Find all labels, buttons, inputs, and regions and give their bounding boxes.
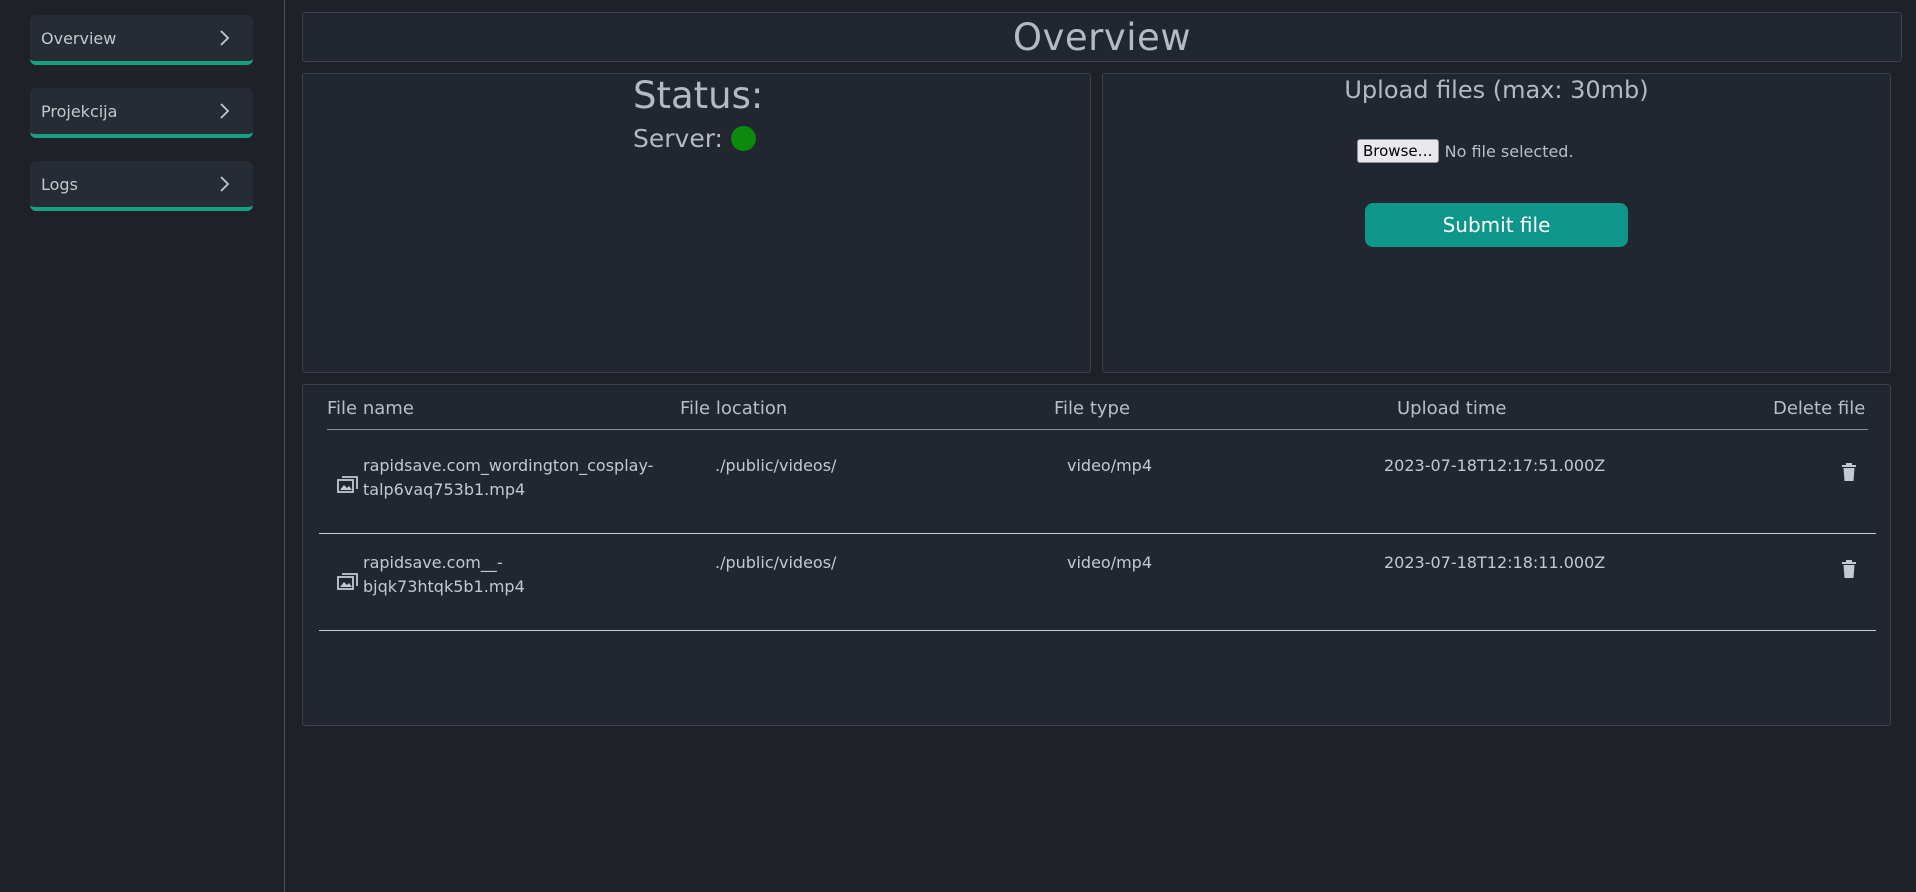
file-type: video/mp4: [1067, 456, 1153, 475]
sidebar-item-label: Overview: [41, 28, 117, 48]
sidebar-item-logs[interactable]: Logs: [30, 161, 253, 211]
file-input: Browse… No file selected.: [1357, 139, 1574, 163]
page-header: Overview: [302, 12, 1902, 62]
browse-button[interactable]: Browse…: [1357, 139, 1439, 163]
chevron-right-icon: [215, 28, 235, 48]
sidebar-item-overview[interactable]: Overview: [30, 15, 253, 65]
file-type: video/mp4: [1067, 553, 1153, 572]
upload-panel: Upload files (max: 30mb) Browse… No file…: [1102, 73, 1891, 373]
upload-time: 2023-07-18T12:18:11.000Z: [1384, 553, 1606, 572]
image-file-icon: [337, 475, 359, 495]
file-location: ./public/videos/: [715, 553, 837, 572]
upload-heading: Upload files (max: 30mb): [1344, 76, 1649, 104]
image-file-icon: [337, 572, 359, 592]
header-divider: [327, 429, 1868, 430]
server-status: Server:: [633, 124, 756, 153]
page-title: Overview: [1012, 15, 1192, 59]
status-heading: Status:: [633, 74, 764, 117]
file-status-text: No file selected.: [1444, 141, 1574, 161]
submit-file-button[interactable]: Submit file: [1365, 203, 1628, 247]
column-header-delete-file: Delete file: [1773, 398, 1866, 419]
file-name-line2: bjqk73htqk5b1.mp4: [363, 577, 525, 596]
column-header-upload-time: Upload time: [1397, 398, 1507, 419]
server-status-indicator: [730, 126, 756, 151]
sidebar-item-label: Projekcija: [41, 101, 118, 121]
file-name-line1: rapidsave.com__-: [363, 553, 503, 572]
table-row: rapidsave.com_wordington_cosplay- talp6v…: [319, 437, 1876, 534]
file-name-line2: talp6vaq753b1.mp4: [363, 480, 526, 499]
sidebar-item-projekcija[interactable]: Projekcija: [30, 88, 253, 138]
files-table: File name File location File type Upload…: [302, 384, 1891, 726]
chevron-right-icon: [215, 174, 235, 194]
file-location: ./public/videos/: [715, 456, 837, 475]
sidebar: Overview Projekcija Logs: [0, 0, 285, 892]
upload-time: 2023-07-18T12:17:51.000Z: [1384, 456, 1606, 475]
trash-icon[interactable]: [1841, 560, 1857, 578]
column-header-file-location: File location: [680, 398, 788, 419]
chevron-right-icon: [215, 101, 235, 121]
column-header-file-type: File type: [1054, 398, 1131, 419]
server-label: Server:: [633, 124, 723, 153]
trash-icon[interactable]: [1841, 463, 1857, 481]
sidebar-item-label: Logs: [41, 174, 78, 194]
column-header-file-name: File name: [327, 398, 414, 419]
table-row: rapidsave.com__- bjqk73htqk5b1.mp4 ./pub…: [319, 534, 1876, 631]
status-panel: Status: Server:: [302, 73, 1091, 373]
file-name-line1: rapidsave.com_wordington_cosplay-: [363, 456, 654, 475]
